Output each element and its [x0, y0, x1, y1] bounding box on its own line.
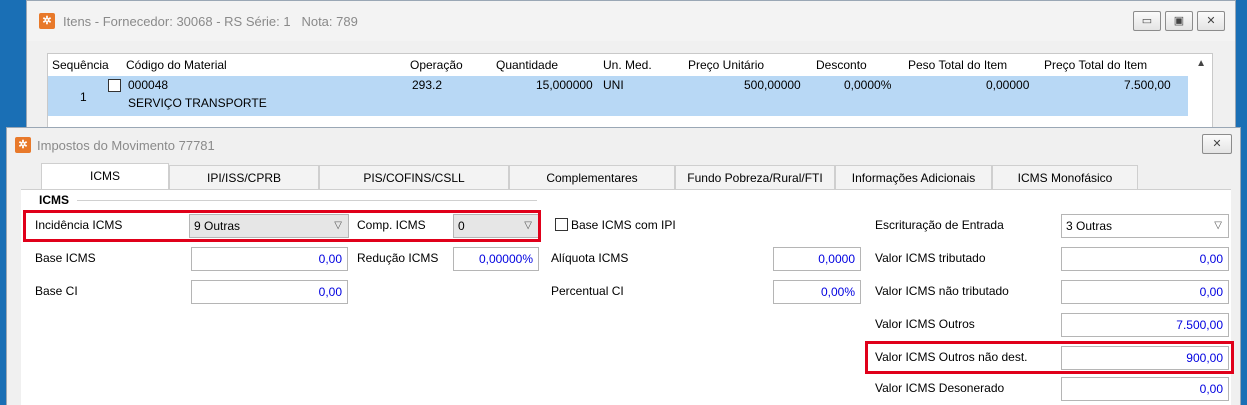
percentual-ci-label: Percentual CI — [551, 284, 624, 298]
valor-icms-outros-label: Valor ICMS Outros — [875, 317, 975, 331]
col-header-preco-unitario[interactable]: Preço Unitário — [688, 58, 764, 72]
table-row[interactable]: 1 000048 SERVIÇO TRANSPORTE 293.2 15,000… — [48, 76, 1188, 116]
app-icon: ✲ — [15, 137, 31, 153]
row-codigo: 000048 — [128, 78, 169, 92]
row-sequencia: 1 — [80, 90, 87, 104]
scroll-up-icon[interactable]: ▲ — [1196, 58, 1206, 69]
valor-icms-desonerado-label: Valor ICMS Desonerado — [875, 381, 1005, 395]
col-header-desconto[interactable]: Desconto — [816, 58, 867, 72]
col-header-peso-total[interactable]: Peso Total do Item — [908, 58, 1007, 72]
tab-icms-monofasico[interactable]: ICMS Monofásico — [992, 165, 1138, 189]
row-checkbox[interactable] — [108, 79, 121, 92]
tab-strip: ICMS IPI/ISS/CPRB PIS/COFINS/CSLL Comple… — [41, 163, 1138, 189]
row-descricao: SERVIÇO TRANSPORTE — [128, 96, 267, 110]
row-operacao: 293.2 — [412, 78, 443, 92]
impostos-titlebar[interactable]: ✲ Impostos do Movimento 77781 ✕ — [7, 128, 1240, 160]
itens-window: ✲ Itens - Fornecedor: 30068 - RS Série: … — [26, 0, 1236, 140]
tab-informacoes-adicionais[interactable]: Informações Adicionais — [835, 165, 992, 189]
chevron-down-icon: ▽ — [1214, 220, 1222, 231]
tab-complementares[interactable]: Complementares — [509, 165, 675, 189]
grid-header: Sequência Código do Material Operação Qu… — [48, 54, 1212, 76]
base-icms-com-ipi-label: Base ICMS com IPI — [571, 218, 676, 232]
itens-window-title: Itens - Fornecedor: 30068 - RS Série: 1 … — [63, 14, 358, 29]
base-icms-com-ipi-checkbox[interactable] — [555, 218, 568, 231]
tab-ipi-iss-cprb[interactable]: IPI/ISS/CPRB — [169, 165, 319, 189]
row-quantidade: 15,000000 — [536, 78, 593, 92]
close-icon[interactable]: ✕ — [1202, 134, 1232, 154]
valor-icms-desonerado-field[interactable]: 0,00 — [1061, 377, 1229, 401]
valor-icms-nao-tributado-field[interactable]: 0,00 — [1061, 280, 1229, 304]
col-header-quantidade[interactable]: Quantidade — [496, 58, 558, 72]
tab-fundo-pobreza[interactable]: Fundo Pobreza/Rural/FTI — [675, 165, 835, 189]
minimize-icon[interactable]: ▭ — [1133, 11, 1161, 31]
valor-icms-outros-field[interactable]: 7.500,00 — [1061, 313, 1229, 337]
row-peso-total: 0,00000 — [986, 78, 1030, 92]
valor-icms-tributado-field[interactable]: 0,00 — [1061, 247, 1229, 271]
maximize-icon[interactable]: ▣ — [1165, 11, 1193, 31]
impostos-window-title: Impostos do Movimento 77781 — [37, 138, 215, 153]
highlight-outros-nao-dest — [865, 341, 1234, 374]
col-header-preco-total[interactable]: Preço Total do Item — [1044, 58, 1147, 72]
reducao-icms-field[interactable]: 0,00000% — [453, 247, 539, 271]
group-divider — [77, 200, 537, 201]
row-preco-unitario: 500,00000 — [744, 78, 801, 92]
row-preco-total: 7.500,00 — [1124, 78, 1171, 92]
reducao-icms-label: Redução ICMS — [357, 251, 439, 265]
tab-pis-cofins-csll[interactable]: PIS/COFINS/CSLL — [319, 165, 509, 189]
percentual-ci-field[interactable]: 0,00% — [773, 280, 861, 304]
col-header-codigo[interactable]: Código do Material — [126, 58, 227, 72]
tab-icms[interactable]: ICMS — [41, 163, 169, 189]
itens-titlebar[interactable]: ✲ Itens - Fornecedor: 30068 - RS Série: … — [27, 1, 1235, 41]
app-icon: ✲ — [39, 13, 55, 29]
aliquota-icms-label: Alíquota ICMS — [551, 251, 629, 265]
base-icms-field[interactable]: 0,00 — [191, 247, 348, 271]
base-ci-label: Base CI — [35, 284, 78, 298]
col-header-operacao[interactable]: Operação — [410, 58, 463, 72]
escrituracao-entrada-label: Escrituração de Entrada — [875, 218, 1004, 232]
base-ci-field[interactable]: 0,00 — [191, 280, 348, 304]
valor-icms-nao-tributado-label: Valor ICMS não tributado — [875, 284, 1009, 298]
col-header-sequencia[interactable]: Sequência — [52, 58, 109, 72]
escrituracao-entrada-value: 3 Outras — [1066, 219, 1113, 233]
impostos-window: ✲ Impostos do Movimento 77781 ✕ ICMS IPI… — [6, 127, 1241, 405]
base-icms-label: Base ICMS — [35, 251, 96, 265]
row-desconto: 0,0000% — [844, 78, 892, 92]
valor-icms-tributado-label: Valor ICMS tributado — [875, 251, 986, 265]
col-header-un-med[interactable]: Un. Med. — [603, 58, 652, 72]
close-icon[interactable]: ✕ — [1197, 11, 1225, 31]
aliquota-icms-field[interactable]: 0,0000 — [773, 247, 861, 271]
row-un-med: UNI — [603, 78, 624, 92]
escrituracao-entrada-select[interactable]: 3 Outras ▽ — [1061, 214, 1229, 238]
group-title-icms: ICMS — [39, 193, 69, 207]
highlight-incidencia-comp — [23, 210, 541, 242]
